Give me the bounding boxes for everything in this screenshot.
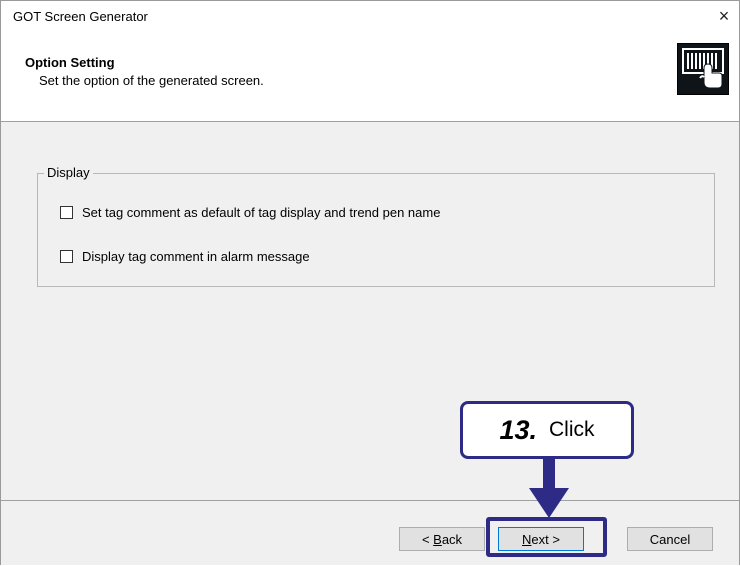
window-title: GOT Screen Generator — [13, 9, 148, 24]
page-title: Option Setting — [25, 55, 115, 70]
callout-arrow-shaft — [543, 459, 555, 489]
back-button-prefix: < — [421, 531, 434, 547]
alarm-comment-label: Display tag comment in alarm message — [82, 249, 310, 264]
callout-action-text: Click — [549, 418, 595, 441]
cancel-button[interactable]: Cancel — [627, 527, 713, 551]
page-subtitle: Set the option of the generated screen. — [39, 73, 264, 88]
instruction-callout: 13. Click — [460, 401, 634, 459]
next-button-highlight — [486, 517, 607, 557]
back-button-rest: ack — [441, 531, 463, 547]
back-button[interactable]: < Back — [399, 527, 485, 551]
tag-comment-default-option[interactable]: Set tag comment as default of tag displa… — [60, 205, 440, 220]
alarm-comment-option[interactable]: Display tag comment in alarm message — [60, 249, 310, 264]
dialog-window: GOT Screen Generator × Option Setting Se… — [0, 0, 740, 565]
back-button-mnemonic: B — [433, 531, 442, 547]
down-arrow-icon — [529, 488, 569, 518]
wizard-header: Option Setting Set the option of the gen… — [1, 31, 739, 122]
display-group-label: Display — [44, 165, 93, 180]
alarm-comment-checkbox[interactable] — [60, 250, 73, 263]
footer-divider — [1, 500, 739, 501]
close-icon[interactable]: × — [713, 5, 735, 27]
callout-step-number: 13. — [499, 414, 538, 445]
tag-comment-default-label: Set tag comment as default of tag displa… — [82, 205, 441, 220]
tag-comment-default-checkbox[interactable] — [60, 206, 73, 219]
title-bar: GOT Screen Generator × — [1, 1, 739, 31]
display-groupbox: Display Set tag comment as default of ta… — [37, 165, 715, 287]
touch-panel-icon — [677, 43, 729, 95]
